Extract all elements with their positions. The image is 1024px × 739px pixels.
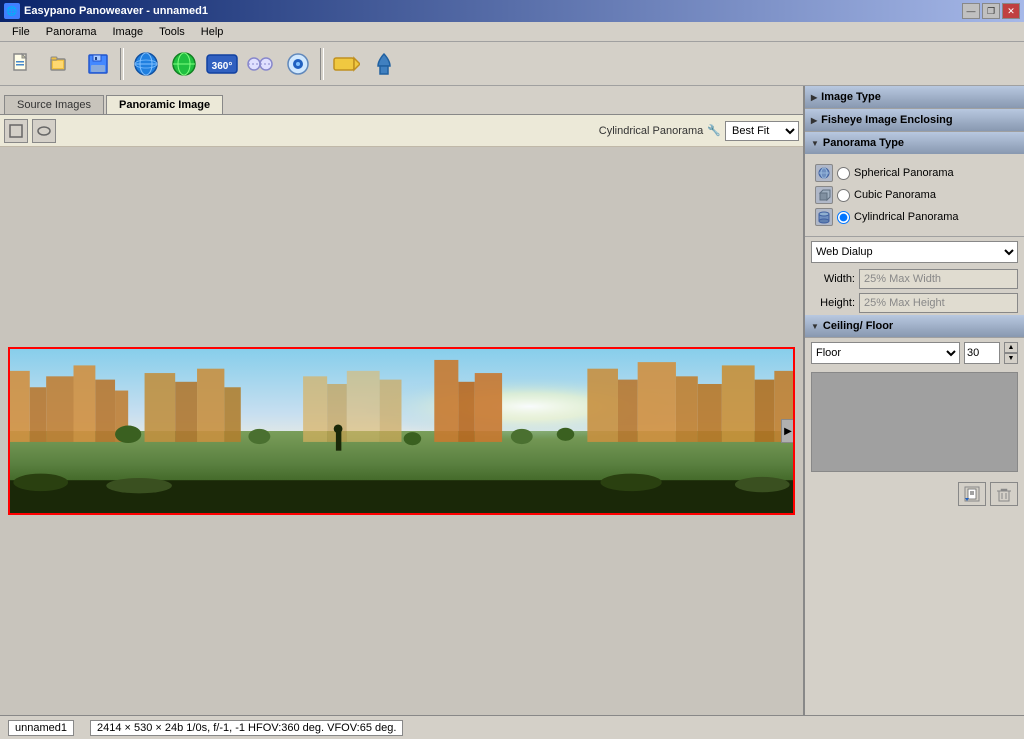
image-type-label: Image Type	[821, 91, 881, 103]
floor-value-input[interactable]	[964, 342, 1000, 364]
quality-dropdown-row: Web Dialup Web DSL Web T1 CD-ROM DVD	[805, 237, 1024, 267]
width-row: Width:	[805, 267, 1024, 291]
cubic-label: Cubic Panorama	[854, 189, 936, 201]
section-ceiling-floor: ▼ Ceiling/ Floor	[805, 315, 1024, 338]
status-filename: unnamed1	[8, 720, 74, 736]
tab-panoramic-image[interactable]: Panoramic Image	[106, 95, 223, 114]
globe2-button[interactable]	[166, 46, 202, 82]
fisheye-arrow: ▶	[811, 116, 817, 125]
cylindrical-radio[interactable]	[837, 211, 850, 224]
height-input[interactable]	[859, 293, 1018, 313]
fit-icon: 🔧	[707, 124, 721, 137]
window-title: Easypano Panoweaver - unnamed1	[24, 5, 208, 17]
menu-panorama[interactable]: Panorama	[38, 24, 105, 40]
spin-up-button[interactable]: ▲	[1004, 342, 1018, 353]
quality-dropdown[interactable]: Web Dialup Web DSL Web T1 CD-ROM DVD	[811, 241, 1018, 263]
image-type-header[interactable]: ▶ Image Type	[805, 86, 1024, 108]
spherical-row: Spherical Panorama	[811, 164, 1018, 182]
panorama-type-label: Cylindrical Panorama	[599, 125, 704, 137]
panorama-type-label: Panorama Type	[823, 137, 904, 149]
panorama-type-arrow: ▼	[811, 139, 819, 148]
status-bar: unnamed1 2414 × 530 × 24b 1/0s, f/-1, -1…	[0, 715, 1024, 739]
main-container: Source Images Panoramic Image	[0, 86, 1024, 715]
ceiling-floor-label: Ceiling/ Floor	[823, 320, 893, 332]
menu-bar: File Panorama Image Tools Help	[0, 22, 1024, 42]
app-icon: 🌐	[4, 3, 20, 19]
fisheye-label: Fisheye Image Enclosing	[821, 114, 952, 126]
close-button[interactable]: ✕	[1002, 3, 1020, 19]
cylindrical-row: Cylindrical Panorama	[811, 208, 1018, 226]
cubic-icon	[815, 186, 833, 204]
cubic-row: Cubic Panorama	[811, 186, 1018, 204]
menu-file[interactable]: File	[4, 24, 38, 40]
fisheye-header[interactable]: ▶ Fisheye Image Enclosing	[805, 109, 1024, 131]
action-row	[805, 476, 1024, 512]
panorama-frame: ▶	[8, 347, 795, 515]
cubic-radio[interactable]	[837, 189, 850, 202]
preview-box	[811, 372, 1018, 472]
window-controls: — ❐ ✕	[962, 3, 1020, 19]
add-action-button[interactable]	[958, 482, 986, 506]
circle-tool-button[interactable]	[32, 119, 56, 143]
menu-help[interactable]: Help	[193, 24, 232, 40]
left-panel: Source Images Panoramic Image	[0, 86, 804, 715]
arrow-button[interactable]	[328, 46, 364, 82]
scroll-right-arrow[interactable]: ▶	[781, 419, 795, 443]
fit-select[interactable]: Best Fit Fit Width Fit Height 100% 50% 2…	[725, 121, 799, 141]
status-info: 2414 × 530 × 24b 1/0s, f/-1, -1 HFOV:360…	[90, 720, 403, 736]
panorama-type-header[interactable]: ▼ Panorama Type	[805, 132, 1024, 154]
content-area: Cylindrical Panorama 🔧 Best Fit Fit Widt…	[0, 114, 803, 715]
panorama-view: ▶	[0, 147, 803, 715]
stitch-button[interactable]	[242, 46, 278, 82]
main-toolbar: 360°	[0, 42, 1024, 86]
delete-action-button[interactable]	[990, 482, 1018, 506]
spherical-radio[interactable]	[837, 167, 850, 180]
tab-source-images[interactable]: Source Images	[4, 95, 104, 114]
section-panorama-type: ▼ Panorama Type Spherical Panorama	[805, 132, 1024, 237]
new-button[interactable]	[4, 46, 40, 82]
globe1-button[interactable]	[128, 46, 164, 82]
floor-select[interactable]: Floor Ceiling	[811, 342, 960, 364]
spherical-label: Spherical Panorama	[854, 167, 954, 179]
width-label: Width:	[811, 273, 855, 285]
spinner-controls: ▲ ▼	[1004, 342, 1018, 364]
publish-button[interactable]	[366, 46, 402, 82]
open-button[interactable]	[42, 46, 78, 82]
width-input[interactable]	[859, 269, 1018, 289]
minimize-button[interactable]: —	[962, 3, 980, 19]
image-type-arrow: ▶	[811, 93, 817, 102]
right-panel: ▶ Image Type ▶ Fisheye Image Enclosing ▼…	[804, 86, 1024, 715]
toolbar-separator-1	[120, 48, 124, 80]
cylindrical-icon	[815, 208, 833, 226]
ceiling-floor-arrow: ▼	[811, 322, 819, 331]
floor-row: Floor Ceiling ▲ ▼	[805, 338, 1024, 368]
section-image-type: ▶ Image Type	[805, 86, 1024, 109]
height-row: Height:	[805, 291, 1024, 315]
toolbar-separator-2	[320, 48, 324, 80]
restore-button[interactable]: ❐	[982, 3, 1000, 19]
spin-down-button[interactable]: ▼	[1004, 353, 1018, 364]
content-toolbar: Cylindrical Panorama 🔧 Best Fit Fit Widt…	[0, 115, 803, 147]
save-button[interactable]	[80, 46, 116, 82]
svg-text:360°: 360°	[212, 61, 233, 72]
panorama-type-content: Spherical Panorama Cubic Panorama	[805, 154, 1024, 236]
360-button[interactable]: 360°	[204, 46, 240, 82]
spherical-icon	[815, 164, 833, 182]
ceiling-floor-header[interactable]: ▼ Ceiling/ Floor	[805, 315, 1024, 337]
title-bar: 🌐 Easypano Panoweaver - unnamed1 — ❐ ✕	[0, 0, 1024, 22]
menu-image[interactable]: Image	[105, 24, 152, 40]
tab-bar: Source Images Panoramic Image	[0, 86, 803, 114]
preview-button[interactable]	[280, 46, 316, 82]
rect-tool-button[interactable]	[4, 119, 28, 143]
cylindrical-label: Cylindrical Panorama	[854, 211, 959, 223]
section-fisheye: ▶ Fisheye Image Enclosing	[805, 109, 1024, 132]
height-label: Height:	[811, 297, 855, 309]
menu-tools[interactable]: Tools	[151, 24, 193, 40]
